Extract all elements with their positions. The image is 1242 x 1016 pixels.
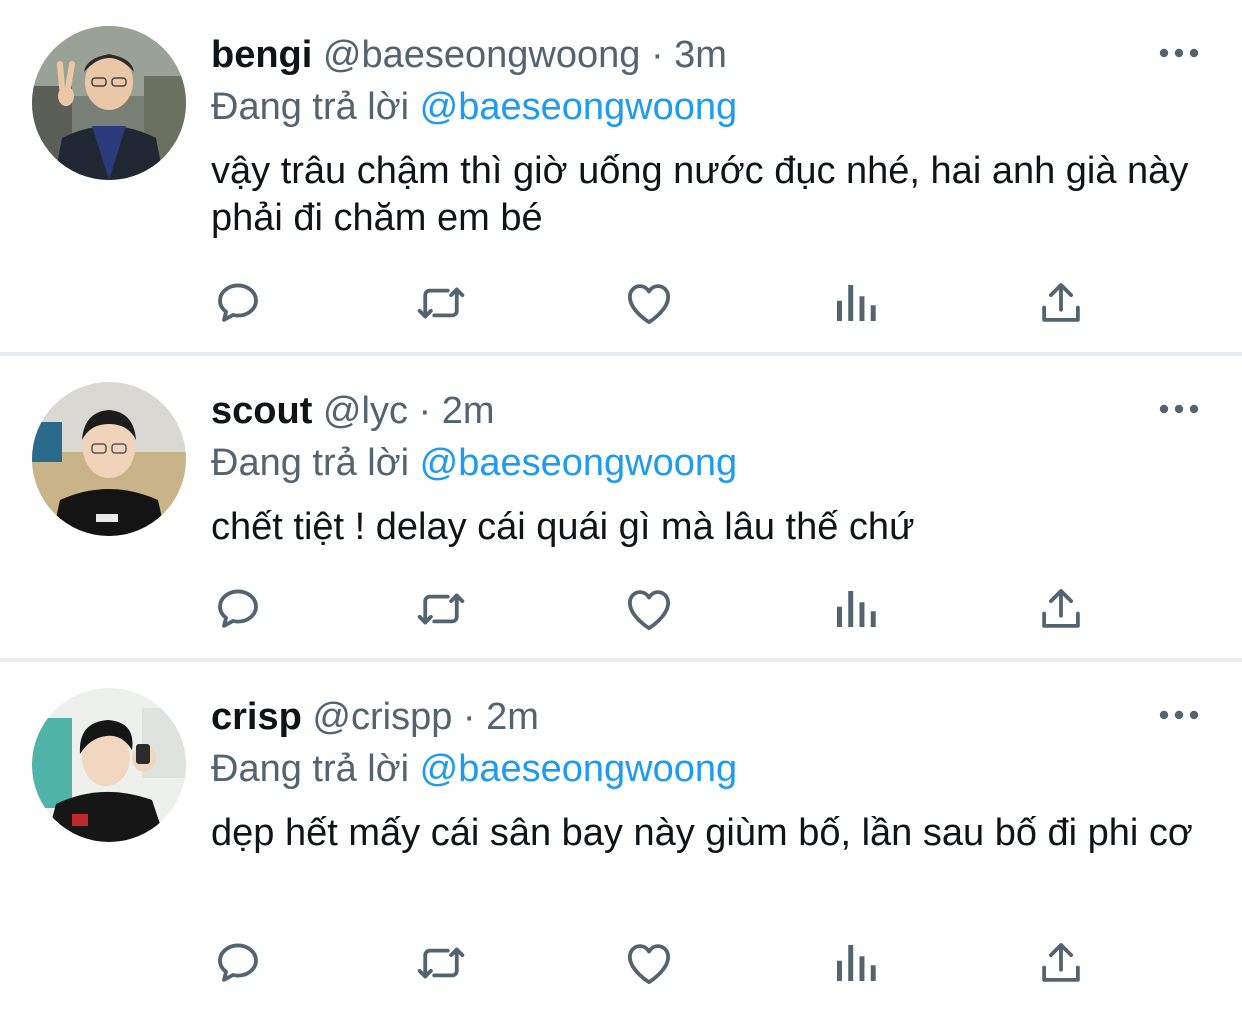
separator-dot: · (462, 696, 476, 738)
reply-icon[interactable] (211, 276, 265, 330)
tweet-header: bengi @baeseongwoong · 3m (211, 30, 727, 80)
display-name[interactable]: scout (211, 390, 312, 432)
avatar[interactable] (32, 688, 186, 842)
replying-to: Đang trả lời @baeseongwoong (211, 82, 737, 132)
tweet[interactable]: scout @lyc · 2m Đang trả lời @baeseongwo… (0, 356, 1242, 658)
separator-dot: · (418, 390, 432, 432)
replying-to-label: Đang trả lời (211, 442, 410, 484)
retweet-icon[interactable] (414, 936, 468, 990)
replying-to-handle[interactable]: @baeseongwoong (420, 442, 738, 484)
like-icon[interactable] (622, 276, 676, 330)
more-icon[interactable] (1156, 396, 1202, 422)
replying-to: Đang trả lời @baeseongwoong (211, 438, 737, 488)
replying-to: Đang trả lời @baeseongwoong (211, 744, 737, 794)
user-handle[interactable]: @lyc (323, 390, 408, 432)
avatar[interactable] (32, 382, 186, 536)
timestamp[interactable]: 3m (674, 34, 727, 76)
share-icon[interactable] (1034, 276, 1088, 330)
user-handle[interactable]: @baeseongwoong (323, 34, 641, 76)
replying-to-label: Đang trả lời (211, 86, 410, 128)
tweet-text: vậy trâu chậm thì giờ uống nước đục nhé,… (211, 150, 1189, 239)
tweet[interactable]: crisp @crispp · 2m Đang trả lời @baeseon… (0, 662, 1242, 1016)
reply-icon[interactable] (211, 936, 265, 990)
share-icon[interactable] (1034, 582, 1088, 636)
tweet-text: dẹp hết mấy cái sân bay này giùm bố, lần… (211, 812, 1193, 854)
views-icon[interactable] (828, 582, 882, 636)
timestamp[interactable]: 2m (486, 696, 539, 738)
like-icon[interactable] (622, 582, 676, 636)
share-icon[interactable] (1034, 936, 1088, 990)
separator-dot: · (650, 34, 664, 76)
display-name[interactable]: crisp (211, 696, 302, 738)
retweet-icon[interactable] (414, 582, 468, 636)
tweet-text: chết tiệt ! delay cái quái gì mà lâu thế… (211, 506, 915, 548)
replying-to-label: Đang trả lời (211, 748, 410, 790)
replying-to-handle[interactable]: @baeseongwoong (420, 748, 738, 790)
more-icon[interactable] (1156, 702, 1202, 728)
display-name[interactable]: bengi (211, 34, 312, 76)
tweet[interactable]: bengi @baeseongwoong · 3m Đang trả lời @… (0, 0, 1242, 352)
user-handle[interactable]: @crispp (312, 696, 452, 738)
views-icon[interactable] (828, 276, 882, 330)
reply-icon[interactable] (211, 582, 265, 636)
like-icon[interactable] (622, 936, 676, 990)
retweet-icon[interactable] (414, 276, 468, 330)
more-icon[interactable] (1156, 40, 1202, 66)
timestamp[interactable]: 2m (442, 390, 495, 432)
views-icon[interactable] (828, 936, 882, 990)
replying-to-handle[interactable]: @baeseongwoong (420, 86, 738, 128)
avatar[interactable] (32, 26, 186, 180)
tweet-header: scout @lyc · 2m (211, 386, 495, 436)
tweet-header: crisp @crispp · 2m (211, 692, 539, 742)
